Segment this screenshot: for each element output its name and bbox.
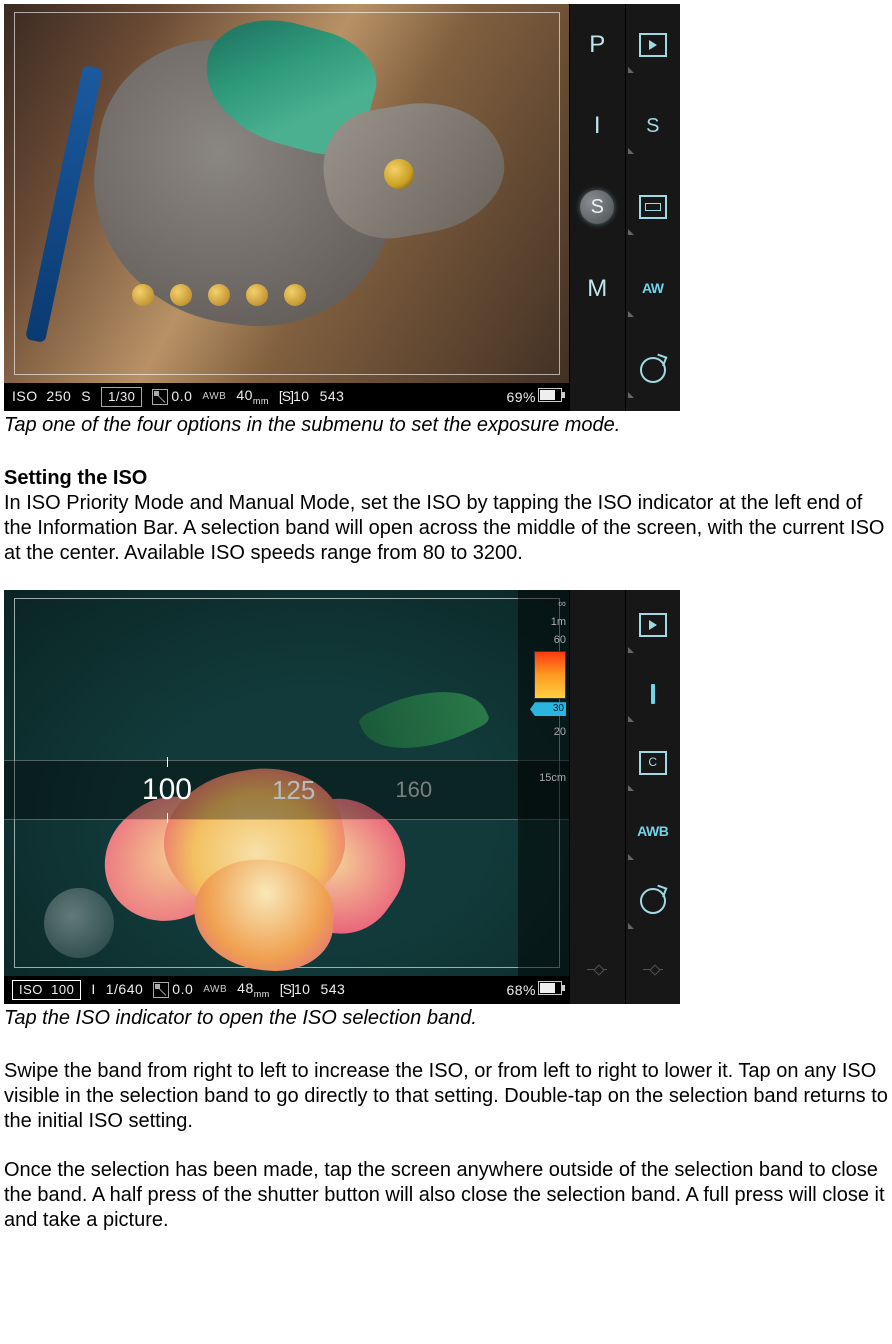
shutter-button-overlay[interactable] bbox=[44, 888, 114, 958]
custom-mode-icon[interactable]: C bbox=[626, 733, 681, 793]
spacer bbox=[570, 802, 625, 862]
right-tool-column: S AW bbox=[626, 4, 681, 411]
self-timer-icon[interactable] bbox=[626, 340, 681, 400]
focus-tick: 1m bbox=[551, 616, 566, 630]
paragraph-iso-intro: In ISO Priority Mode and Manual Mode, se… bbox=[4, 491, 888, 566]
ev-icon bbox=[152, 389, 168, 405]
exposure-mode-submenu: P I S M bbox=[570, 4, 626, 411]
mode-sidebar: C AWB 2 bbox=[569, 590, 680, 1004]
playback-icon[interactable] bbox=[626, 595, 681, 655]
iso-indicator[interactable]: ISO 250 bbox=[12, 388, 71, 406]
focus-current-marker[interactable]: 30 bbox=[530, 702, 566, 716]
focal-length: 40mm bbox=[236, 387, 269, 407]
camera-ui-screenshot-1: P I S M S AW ISO 250 S bbox=[4, 4, 680, 411]
mode-sidebar: P I S M S AW bbox=[569, 4, 680, 411]
subject-decor bbox=[384, 159, 414, 189]
ev-compensation[interactable]: 0.0 bbox=[153, 981, 193, 999]
iso-indicator-active[interactable]: ISO 100 bbox=[12, 980, 81, 1000]
divider-icon bbox=[570, 940, 625, 1000]
wb-indicator[interactable]: AWB bbox=[203, 984, 227, 997]
figure-2-caption: Tap the ISO indicator to open the ISO se… bbox=[4, 1006, 888, 1031]
ev-compensation[interactable]: 0.0 bbox=[152, 388, 192, 406]
wb-indicator[interactable]: AWB bbox=[202, 391, 226, 404]
mode-S-selected[interactable]: S bbox=[570, 177, 625, 237]
shots-remaining: 543 bbox=[320, 388, 345, 406]
left-tool-column bbox=[570, 590, 626, 1004]
iso-option-current[interactable]: 100 bbox=[142, 771, 192, 809]
mode-spacer bbox=[570, 340, 625, 400]
focal-length: 48mm bbox=[237, 980, 270, 1000]
information-bar: ISO 250 S 1/30 0.0 AWB 40mm [S]10 543 69… bbox=[4, 383, 570, 411]
spacer bbox=[570, 664, 625, 724]
mode-I[interactable]: I bbox=[570, 96, 625, 156]
iso-selection-band[interactable]: 100 125 160 bbox=[4, 760, 570, 820]
information-bar: ISO 100 I 1/640 0.0 AWB 48mm [S]10 543 6… bbox=[4, 976, 570, 1004]
drive-mode: [S]10 bbox=[280, 981, 311, 999]
shutter-speed[interactable]: 1/30 bbox=[101, 387, 142, 407]
viewfinder[interactable] bbox=[4, 4, 570, 383]
focus-area-icon[interactable] bbox=[626, 177, 681, 237]
section-heading: Setting the ISO bbox=[4, 466, 888, 491]
divider-icon bbox=[626, 940, 681, 1000]
shots-remaining: 543 bbox=[320, 981, 345, 999]
paragraph-close-band: Once the selection has been made, tap th… bbox=[4, 1158, 888, 1233]
drive-mode: [S]10 bbox=[279, 388, 310, 406]
iso-option[interactable]: 125 bbox=[272, 774, 315, 807]
shutter-speed[interactable]: 1/640 bbox=[106, 981, 144, 999]
spacer bbox=[570, 595, 625, 655]
right-tool-column: C AWB 2 bbox=[626, 590, 681, 1004]
playback-icon[interactable] bbox=[626, 15, 681, 75]
battery-indicator: 68% bbox=[506, 981, 562, 1000]
subject-decor bbox=[124, 284, 404, 334]
white-balance-icon[interactable]: AW bbox=[626, 259, 681, 319]
mode-P[interactable]: P bbox=[570, 15, 625, 75]
mode-S-indicator: S bbox=[580, 190, 614, 224]
camera-ui-screenshot-2: 100 125 160 ∞ 1m 60 30 20 15cm bbox=[4, 590, 680, 1004]
paragraph-swipe: Swipe the band from right to left to inc… bbox=[4, 1059, 888, 1134]
white-balance-icon[interactable]: AWB bbox=[626, 802, 681, 862]
ev-icon bbox=[153, 982, 169, 998]
mode-indicator: I bbox=[91, 981, 95, 999]
focus-infinity: ∞ bbox=[558, 598, 566, 612]
figure-1-caption: Tap one of the four options in the subme… bbox=[4, 413, 888, 438]
battery-indicator: 69% bbox=[506, 388, 562, 407]
iso-mode-icon[interactable] bbox=[626, 664, 681, 724]
iso-option[interactable]: 160 bbox=[395, 776, 432, 804]
spacer bbox=[570, 871, 625, 931]
scene-mode-icon[interactable]: S bbox=[626, 96, 681, 156]
mode-indicator: S bbox=[81, 388, 91, 406]
figure-iso-band: 100 125 160 ∞ 1m 60 30 20 15cm bbox=[4, 590, 888, 1004]
focus-tick: 60 bbox=[554, 634, 566, 648]
self-timer-icon[interactable]: 2 bbox=[626, 871, 681, 931]
spacer bbox=[570, 733, 625, 793]
figure-exposure-mode: P I S M S AW ISO 250 S bbox=[4, 4, 888, 411]
focus-distance-scale[interactable]: ∞ 1m 60 30 20 15cm bbox=[518, 590, 570, 976]
mode-M[interactable]: M bbox=[570, 259, 625, 319]
focus-tick: 15cm bbox=[539, 772, 566, 786]
focus-tick: 20 bbox=[554, 726, 566, 740]
focus-gradient-icon bbox=[534, 651, 566, 699]
viewfinder[interactable]: 100 125 160 ∞ 1m 60 30 20 15cm bbox=[4, 590, 570, 976]
